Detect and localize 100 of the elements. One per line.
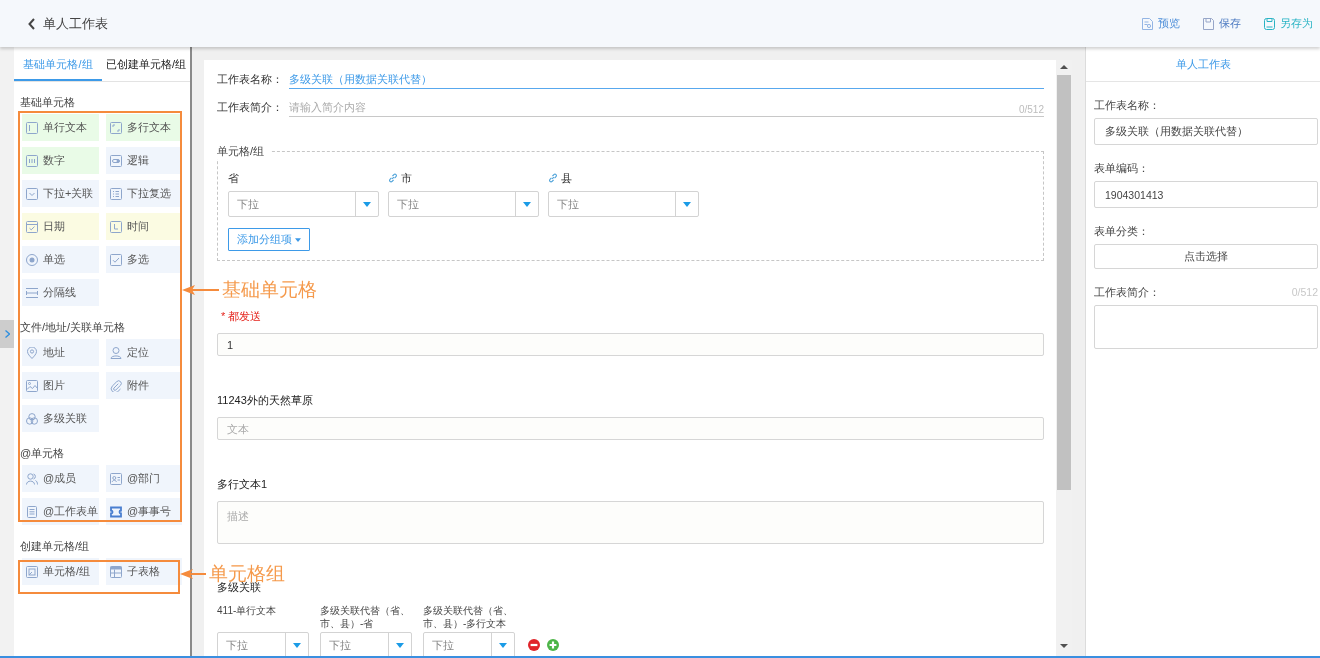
person-icon [110,346,122,359]
text-field[interactable]: 多级关联（用数据关联代替） [1094,118,1318,145]
scrollbar-thumb[interactable] [1057,75,1071,490]
back-button[interactable]: 单人工作表 [28,14,108,33]
field-type-button[interactable]: 时间 [106,213,182,240]
column-header: 多级关联代替（省、市、县）-多行文本 [423,604,514,630]
field-label: 多行文本1 [217,477,269,492]
field-type-button[interactable]: 单行文本 [22,114,99,141]
field-type-button[interactable]: @事事号 [106,498,182,525]
list-icon [110,187,122,200]
section-title: 基础单元格 [20,95,76,109]
field-type-button[interactable]: 下拉+关联 [22,180,99,207]
field-type-button[interactable]: @成员 [22,465,99,492]
field-type-button[interactable]: 子表格 [106,558,182,585]
field-type-button[interactable]: 逻辑 [106,147,182,174]
chevron-left-icon [28,17,35,30]
field-type-button[interactable]: @工作表单 [22,498,99,525]
tab[interactable]: 已创建单元格/组 [102,47,190,81]
scroll-up-icon[interactable] [1060,65,1068,69]
paperclip-icon [110,379,122,392]
frame-icon [26,565,38,578]
dropdown-icon [26,187,38,200]
remove-icon[interactable] [528,639,540,651]
ticket-icon [110,505,122,518]
section-title: 文件/地址/关联单元格 [20,320,127,334]
text-field-icon [26,121,38,134]
number-field-icon [26,154,38,167]
column-header: 多级关联代替（省、市、县）-省 [320,604,411,630]
field-label: 表单编码： [1094,161,1149,175]
field-type-button[interactable]: 多选 [106,246,182,273]
floppy-disk-icon [1264,17,1275,30]
character-counter: 0/512 [1018,104,1044,116]
group-legend: 单元格/组 [217,143,271,159]
text-area[interactable] [1094,305,1318,349]
caret-down-icon [363,201,371,207]
dropdown-field[interactable]: 下拉 [388,191,539,217]
field-type-button[interactable]: 地址 [22,339,99,366]
map-pin-icon [26,346,38,359]
field-label: 市 [401,170,412,186]
toggle-icon [110,154,122,167]
time-field-icon [110,220,122,233]
section-title: 创建单元格/组 [20,539,91,553]
checkbox-icon [110,253,122,266]
dropdown-field[interactable]: 下拉 [228,191,379,217]
field-type-button[interactable]: 单选 [22,246,99,273]
expand-button[interactable] [0,320,14,348]
caret-down-icon [499,642,507,648]
description-field[interactable]: 请输入简介内容 [289,98,1019,116]
field-type-button[interactable]: 附件 [106,372,182,399]
field-label: 省 [228,170,239,186]
caret-down-icon [293,642,301,648]
text-field[interactable]: 1 [217,333,1044,356]
field-type-button[interactable]: 多级关联 [22,405,99,432]
caret-down-icon [683,201,691,207]
divider-icon [26,286,38,299]
circles-icon [26,412,38,425]
field-type-button[interactable]: 日期 [22,213,99,240]
caret-down-icon [523,201,531,207]
panel-title: 单人工作表 [1086,47,1320,82]
dropdown-field[interactable]: 下拉 [548,191,699,217]
field-label: 11243外的天然草原 [217,393,314,408]
caret-down-icon [295,237,301,242]
document-icon [1142,17,1153,30]
field-label: * 都发送 [220,309,263,324]
field-label: 县 [561,170,572,186]
dropdown-field[interactable]: 下拉 [217,632,309,656]
field-label: 工作表简介： [1094,285,1160,299]
field-type-button[interactable]: 定位 [106,339,182,366]
field-type-button[interactable]: 单元格/组 [22,558,99,585]
field-type-button[interactable]: 下拉复选 [106,180,182,207]
text-area[interactable]: 描述 [217,501,1044,544]
callout-arrow [180,569,206,579]
people-icon [26,472,38,485]
field-type-button[interactable]: @部门 [106,465,182,492]
text-field[interactable]: 文本 [217,417,1044,440]
field-label: 工作表名称： [217,72,283,87]
field-type-button[interactable]: 分隔线 [22,279,99,306]
field-label: 工作表名称： [1094,98,1160,112]
chevron-right-icon [4,330,10,338]
id-card-icon [110,472,122,485]
caret-down-icon [396,642,404,648]
field-type-button[interactable]: 图片 [22,372,99,399]
save-button[interactable]: 保存 [1203,16,1241,31]
field-label: 表单分类： [1094,224,1149,238]
select-category-button[interactable]: 点击选择 [1094,244,1318,269]
section-title: @单元格 [20,446,66,460]
scroll-down-icon[interactable] [1060,644,1068,648]
add-icon[interactable] [547,639,559,651]
dropdown-field[interactable]: 下拉 [320,632,412,656]
field-label: 工作表简介： [217,100,283,115]
table-icon [110,565,122,578]
text-field[interactable]: 1904301413 [1094,181,1318,208]
field-type-button[interactable]: 多行文本 [106,114,182,141]
annotation-label: 基础单元格 [222,278,317,302]
dropdown-field[interactable]: 下拉 [423,632,515,656]
callout-arrow [182,285,219,295]
calendar-icon [26,220,38,233]
text-area-icon [110,121,122,134]
field-label: 多级关联 [217,581,261,595]
field-type-button[interactable]: 数字 [22,147,99,174]
